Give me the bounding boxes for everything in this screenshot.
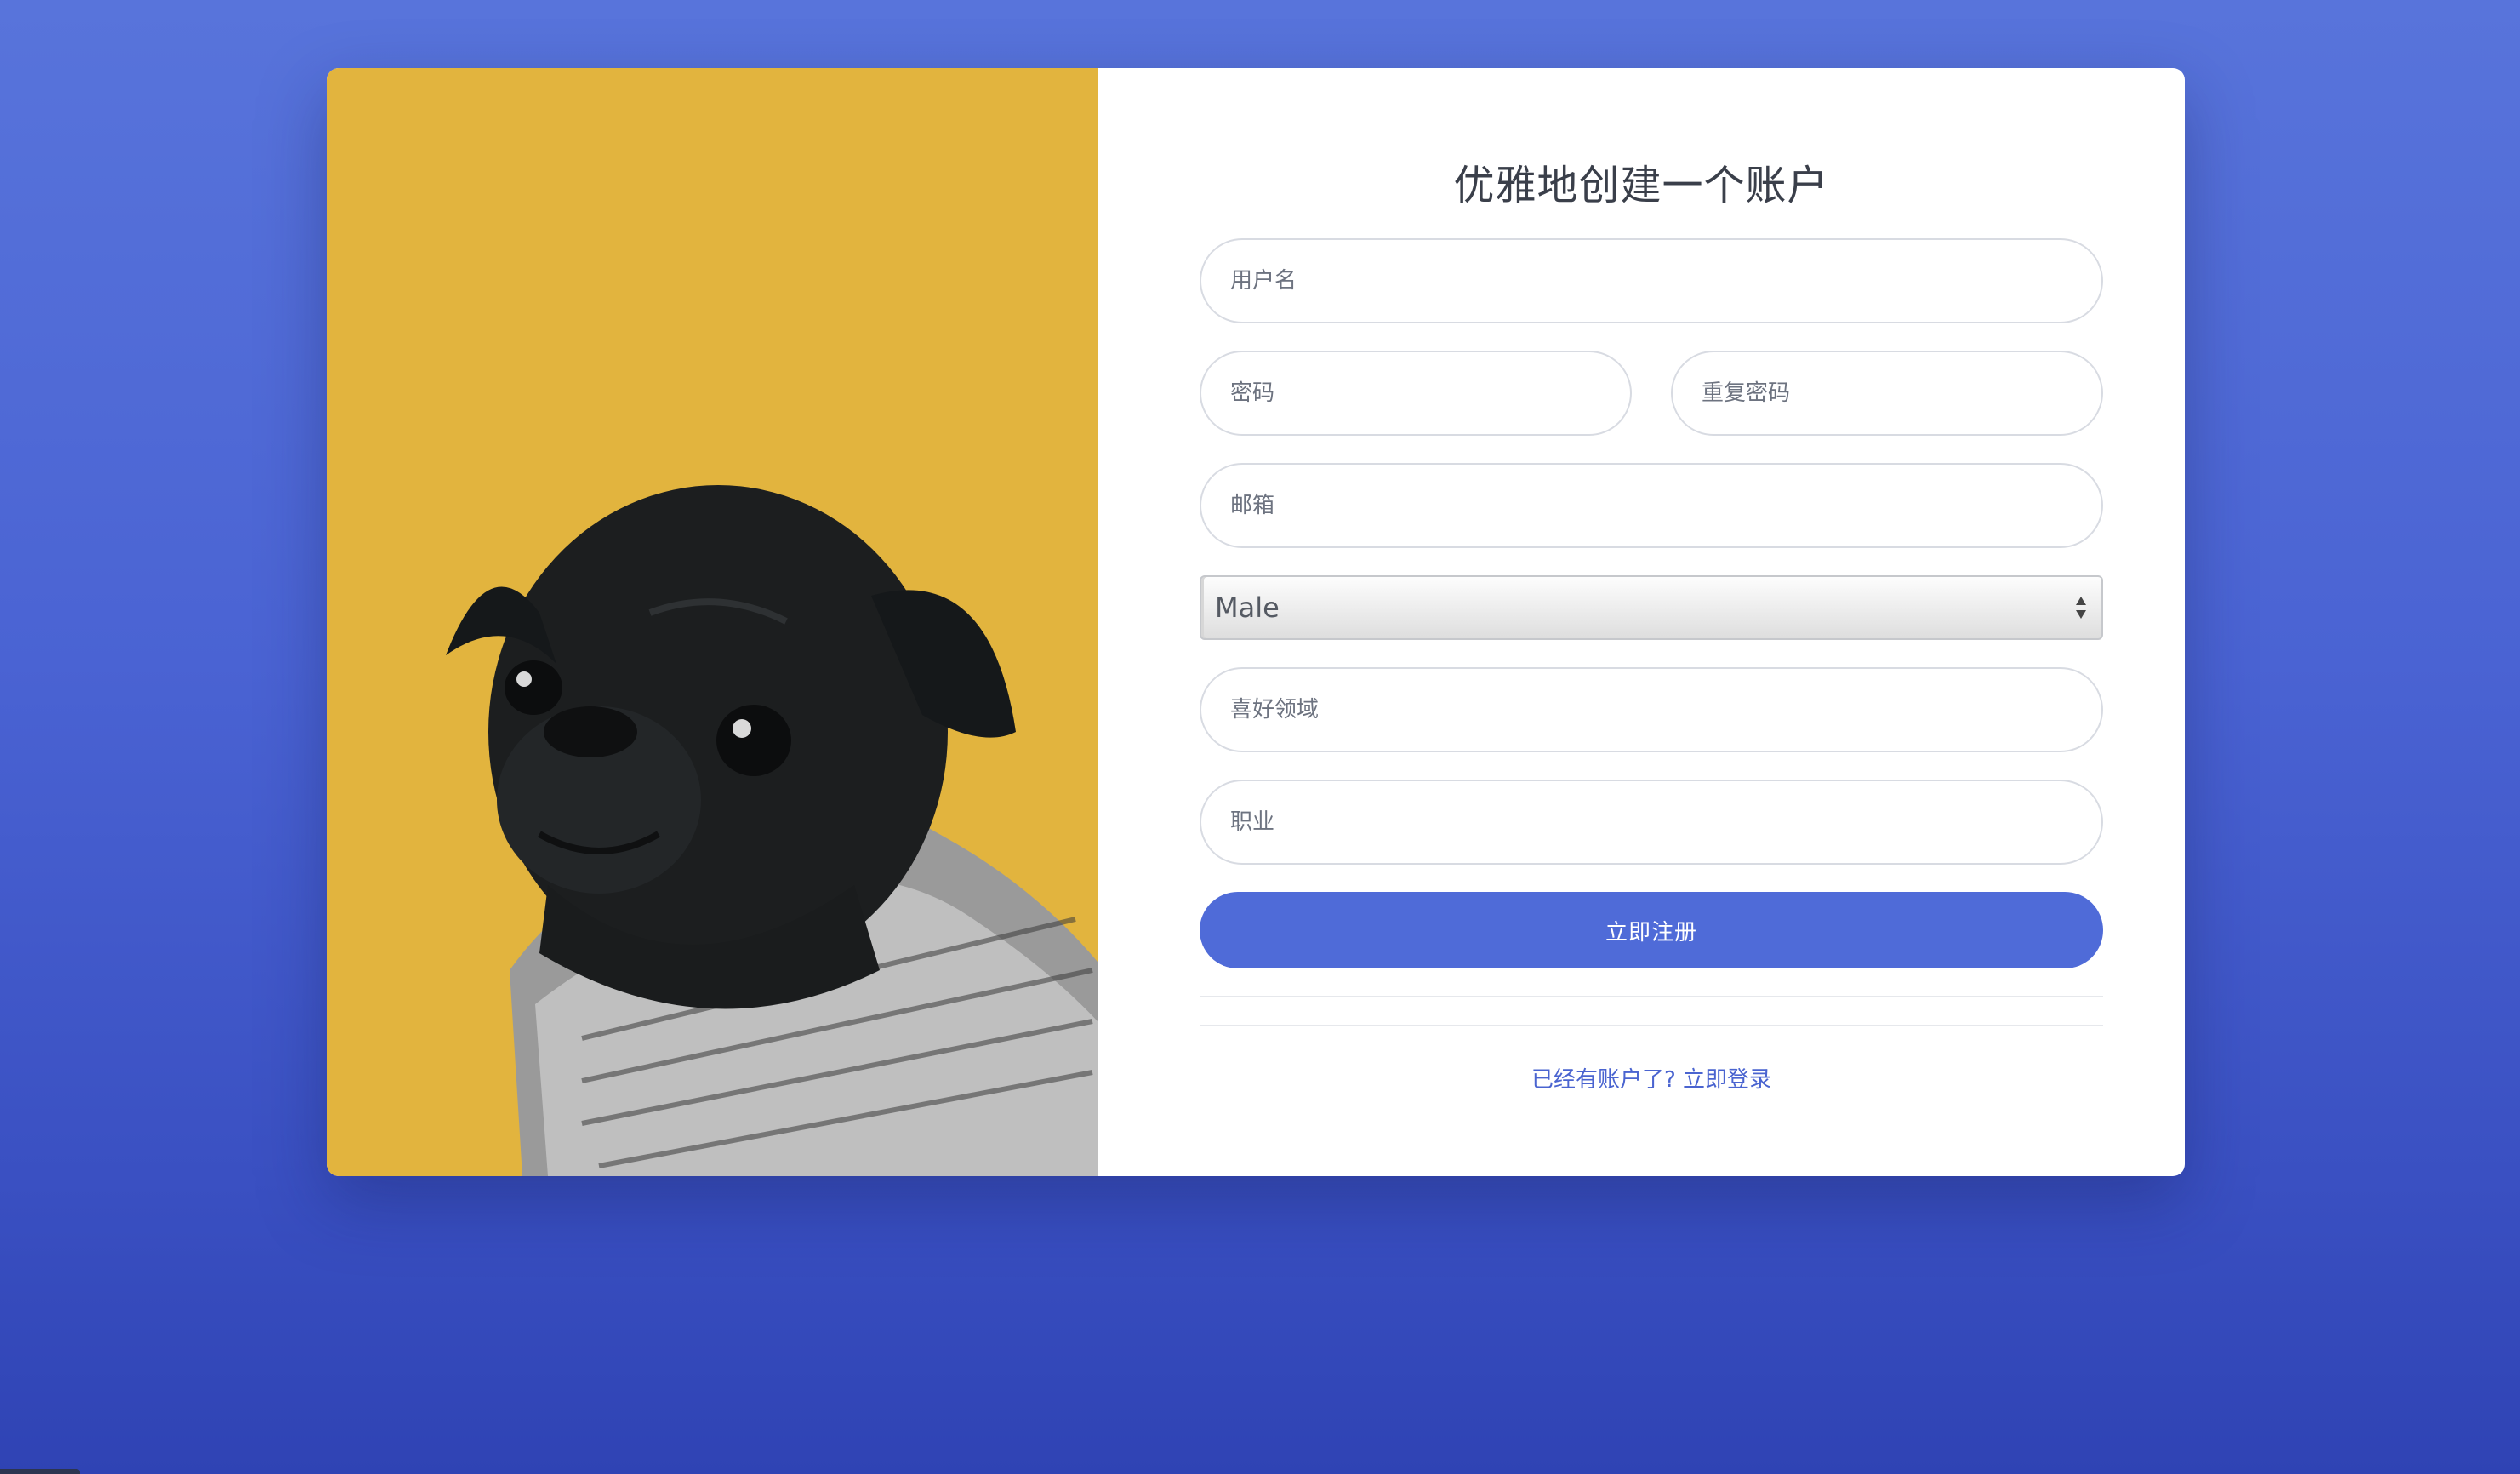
password-row: [1200, 351, 2103, 436]
pug-photo: [327, 68, 1098, 1176]
corner-tab: [0, 1469, 80, 1474]
occupation-input[interactable]: [1200, 780, 2103, 865]
register-form: Male 立即注册 已经有账户了? 立即登录: [1200, 238, 2103, 1094]
up-down-arrows-icon: [2074, 595, 2088, 620]
register-card: 优雅地创建一个账户 Male 立即注册: [327, 68, 2185, 1176]
username-input[interactable]: [1200, 238, 2103, 323]
password-input[interactable]: [1200, 351, 1632, 436]
login-link[interactable]: 已经有账户了? 立即登录: [1200, 1062, 2103, 1094]
gender-select-value: Male: [1215, 591, 1280, 624]
divider: [1200, 1025, 2103, 1026]
pug-illustration: [446, 485, 1098, 1176]
form-panel: 优雅地创建一个账户 Male 立即注册: [1098, 68, 2185, 1176]
divider: [1200, 996, 2103, 997]
interest-input[interactable]: [1200, 667, 2103, 752]
repeat-password-input[interactable]: [1671, 351, 2103, 436]
email-input[interactable]: [1200, 463, 2103, 548]
gender-select[interactable]: Male: [1200, 575, 2103, 640]
register-button[interactable]: 立即注册: [1200, 892, 2103, 968]
page-title: 优雅地创建一个账户: [1453, 162, 1829, 209]
